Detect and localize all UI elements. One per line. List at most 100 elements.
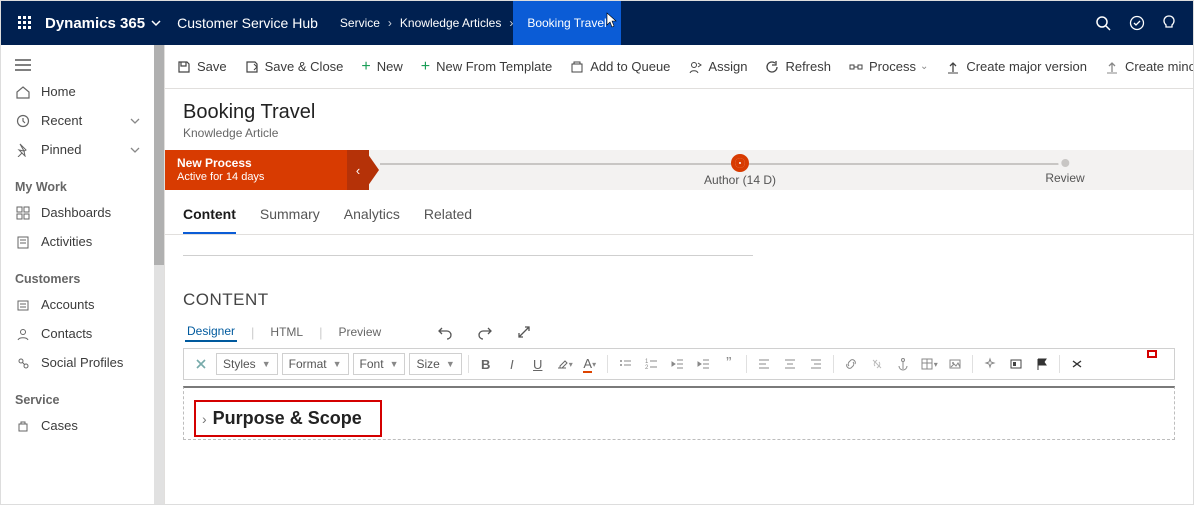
sidebar-item-label: Recent (41, 113, 82, 128)
cmd-label: Create minor (1125, 59, 1193, 74)
chevron-down-icon (151, 18, 161, 28)
new-button[interactable]: +New (361, 59, 402, 75)
app-launcher-icon[interactable] (11, 16, 39, 30)
sidebar-item-home[interactable]: Home (1, 77, 154, 106)
text-field-underline[interactable] (183, 255, 753, 256)
main-area: Save Save & Close +New + New From Templat… (165, 45, 1193, 504)
outdent-icon[interactable] (666, 353, 688, 375)
editor-tab-preview[interactable]: Preview (336, 323, 383, 341)
hamburger-icon[interactable] (1, 51, 154, 77)
sidebar-item-activities[interactable]: Activities (1, 227, 154, 256)
sidebar-scrollbar[interactable] (154, 45, 164, 504)
process-button[interactable]: Process⌄ (849, 59, 928, 74)
italic-icon[interactable]: I (501, 353, 523, 375)
highlight-icon[interactable]: ▾ (553, 353, 575, 375)
global-actions (1095, 15, 1183, 31)
chevron-right-icon: › (388, 16, 392, 30)
editor-tab-html[interactable]: HTML (268, 323, 305, 341)
flag-icon[interactable] (1031, 353, 1053, 375)
format-dropdown[interactable]: Format▼ (282, 353, 349, 375)
bullet-list-icon[interactable] (614, 353, 636, 375)
process-icon (849, 60, 863, 74)
font-color-icon[interactable]: A▾ (579, 353, 601, 375)
search-icon[interactable] (1095, 15, 1111, 31)
stage-review[interactable]: Review (1045, 150, 1084, 190)
highlight-annotation (1147, 350, 1157, 358)
sidebar-item-label: Home (41, 84, 76, 99)
record-header: Booking Travel Knowledge Article (165, 89, 1193, 144)
crumb-service[interactable]: Service (332, 1, 388, 45)
dropdown-label: Font (360, 357, 384, 371)
plus-icon: + (421, 59, 430, 75)
bold-icon[interactable]: B (475, 353, 497, 375)
chevron-down-icon: ▼ (446, 359, 455, 369)
save-close-button[interactable]: Save & Close (245, 59, 344, 74)
expand-icon[interactable] (517, 325, 531, 339)
create-minor-version-button[interactable]: Create minor (1105, 59, 1193, 74)
sidebar-item-dashboards[interactable]: Dashboards (1, 198, 154, 227)
underline-icon[interactable]: U (527, 353, 549, 375)
process-name-flag[interactable]: New Process Active for 14 days (165, 150, 365, 190)
tab-content[interactable]: Content (183, 200, 236, 234)
stage-author[interactable]: Author (14 D) (704, 150, 776, 190)
crumb-current-label: Booking Travel (527, 16, 606, 30)
indent-icon[interactable] (692, 353, 714, 375)
table-icon[interactable]: ▾ (918, 353, 940, 375)
dropdown-label: Styles (223, 357, 256, 371)
sidebar-item-cases[interactable]: Cases (1, 411, 154, 440)
font-dropdown[interactable]: Font▼ (353, 353, 406, 375)
section-heading[interactable]: Purpose & Scope (213, 408, 362, 429)
sparkle-icon[interactable] (979, 353, 1001, 375)
sidebar-item-social-profiles[interactable]: Social Profiles (1, 348, 154, 377)
refresh-button[interactable]: Refresh (765, 59, 831, 74)
align-center-icon[interactable] (779, 353, 801, 375)
editor-tab-designer[interactable]: Designer (185, 322, 237, 342)
crumb-current[interactable]: Booking Travel (513, 1, 620, 45)
tab-related[interactable]: Related (424, 200, 472, 234)
new-from-template-button[interactable]: + New From Template (421, 59, 552, 75)
blockquote-icon[interactable]: ” (718, 353, 740, 375)
tab-summary[interactable]: Summary (260, 200, 320, 234)
assign-button[interactable]: Assign (688, 59, 747, 74)
sidebar-item-contacts[interactable]: Contacts (1, 319, 154, 348)
save-button[interactable]: Save (177, 59, 227, 74)
editor-canvas[interactable]: › Purpose & Scope (183, 386, 1175, 440)
styles-dropdown[interactable]: Styles▼ (216, 353, 278, 375)
collapse-toolbar-icon[interactable] (1066, 353, 1088, 375)
size-dropdown[interactable]: Size ▼ (409, 353, 461, 375)
chevron-right-icon[interactable]: › (202, 411, 207, 427)
align-right-icon[interactable] (805, 353, 827, 375)
embed-icon[interactable] (1005, 353, 1027, 375)
clock-icon (15, 114, 31, 128)
unlink-icon[interactable] (866, 353, 888, 375)
clear-format-icon[interactable] (190, 353, 212, 375)
number-list-icon[interactable]: 12 (640, 353, 662, 375)
crumb-knowledge-articles[interactable]: Knowledge Articles (392, 1, 509, 45)
version-major-icon (946, 60, 960, 74)
chevron-down-icon: ⌄ (920, 61, 928, 72)
redo-icon[interactable] (477, 324, 493, 340)
product-brand[interactable]: Dynamics 365 (39, 15, 171, 32)
align-left-icon[interactable] (753, 353, 775, 375)
sidebar-header-customers: Customers (1, 256, 154, 290)
task-icon[interactable] (1129, 15, 1145, 31)
tab-analytics[interactable]: Analytics (344, 200, 400, 234)
add-to-queue-button[interactable]: Add to Queue (570, 59, 670, 74)
process-back-button[interactable]: ‹ (347, 150, 369, 190)
image-icon[interactable] (944, 353, 966, 375)
assistant-icon[interactable] (1163, 15, 1175, 31)
anchor-icon[interactable] (892, 353, 914, 375)
breadcrumb: Service › Knowledge Articles › Booking T… (332, 1, 621, 45)
create-major-version-button[interactable]: Create major version (946, 59, 1087, 74)
cmd-label: New From Template (436, 59, 552, 74)
hub-name[interactable]: Customer Service Hub (171, 15, 332, 31)
link-icon[interactable] (840, 353, 862, 375)
save-close-icon (245, 60, 259, 74)
sidebar-item-recent[interactable]: Recent (1, 106, 154, 135)
sidebar-item-pinned[interactable]: Pinned (1, 135, 154, 164)
undo-icon[interactable] (437, 324, 453, 340)
dropdown-label: Size (416, 357, 439, 371)
command-bar: Save Save & Close +New + New From Templat… (165, 45, 1193, 89)
sidebar-item-accounts[interactable]: Accounts (1, 290, 154, 319)
sidebar-header-service: Service (1, 377, 154, 411)
